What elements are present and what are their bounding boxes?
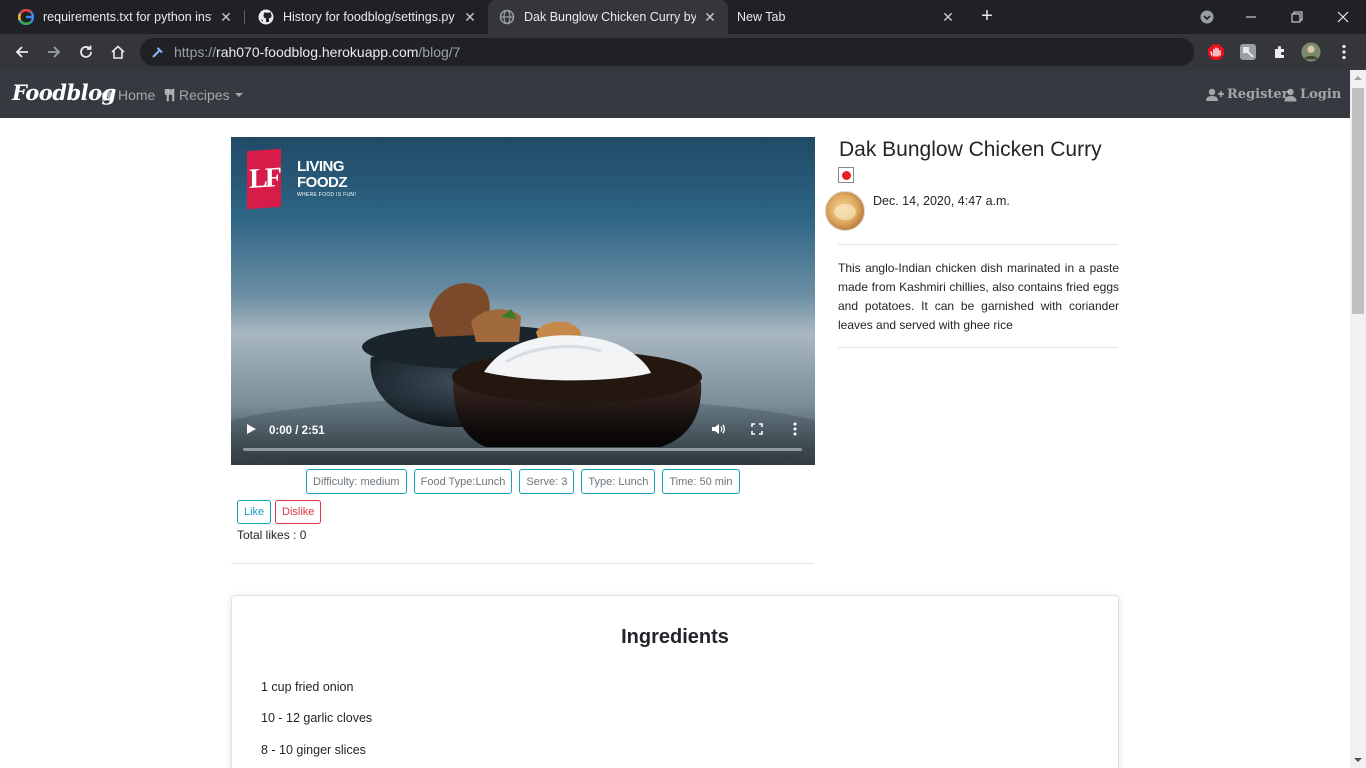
github-icon [258, 9, 274, 25]
browser-tab[interactable]: New Tab ✕ [728, 0, 966, 34]
utensils-icon [164, 88, 175, 102]
video-time-display: 0:00 / 2:51 [269, 425, 325, 437]
recipe-info-badges: Difficulty: medium Food Type:Lunch Serve… [306, 469, 740, 494]
type-badge: Type: Lunch [581, 469, 656, 494]
logo-tagline: WHERE FOOD IS FUN! [297, 192, 357, 198]
living-foodz-logo-mark: LF [247, 148, 281, 210]
page-scrollbar[interactable] [1350, 70, 1366, 768]
scroll-down-icon[interactable] [1354, 758, 1362, 762]
difficulty-badge: Difficulty: medium [306, 469, 407, 494]
profile-avatar-icon[interactable] [1301, 42, 1321, 62]
ingredients-heading: Ingredients [621, 626, 729, 648]
post-date: Dec. 14, 2020, 4:47 a.m. [873, 194, 1010, 208]
browser-tab[interactable]: requirements.txt for python insta ✕ [0, 0, 244, 34]
food-type-badge: Food Type:Lunch [413, 469, 513, 494]
divider [231, 563, 814, 564]
tab-title: New Tab [737, 10, 786, 24]
url-host: rah070-foodblog.herokuapp.com [216, 44, 419, 60]
site-navbar: Foodblog Home Recipes Register Login [0, 70, 1350, 118]
tab-search-icon[interactable] [1184, 0, 1230, 34]
minimize-icon[interactable] [1228, 0, 1274, 34]
divider [838, 347, 1118, 348]
close-tab-icon[interactable]: ✕ [940, 9, 956, 25]
like-button[interactable]: Like [237, 500, 272, 524]
user-plus-icon [1206, 88, 1224, 101]
nav-home-link[interactable]: Home [99, 87, 155, 103]
video-controls: 0:00 / 2:51 [231, 405, 815, 465]
forward-icon[interactable] [40, 38, 68, 66]
ingredient-item: 1 cup fried onion [261, 680, 354, 694]
dislike-button[interactable]: Dislike [275, 500, 322, 524]
nav-recipes-dropdown[interactable]: Recipes [164, 87, 243, 103]
post-title: Dak Bunglow Chicken Curry [839, 138, 1102, 161]
logo-line-1: LIVING [297, 158, 345, 175]
post-description: This anglo-Indian chicken dish marinated… [838, 261, 1119, 332]
ingredients-card: Ingredients 1 cup fried onion 10 - 12 ga… [231, 595, 1119, 768]
video-progress-bar[interactable] [243, 448, 802, 451]
browser-tab[interactable]: History for foodblog/settings.py ✕ [240, 0, 488, 34]
nav-recipes-label: Recipes [179, 87, 230, 103]
scrollbar-thumb[interactable] [1352, 88, 1364, 314]
url-text: https://rah070-foodblog.herokuapp.com/bl… [174, 44, 460, 60]
nav-login-label: Login [1300, 87, 1342, 102]
serve-badge: Serve: 3 [519, 469, 575, 494]
url-scheme: https:// [174, 44, 217, 60]
tab-title: Dak Bunglow Chicken Curry by ra [524, 10, 696, 24]
total-likes-count: Total likes : 0 [237, 528, 307, 542]
author-avatar[interactable] [825, 191, 865, 231]
recipe-video-player[interactable]: LF LIVING FOODZ WHERE FOOD IS FUN! 0:00 … [231, 137, 815, 465]
url-path: /blog/7 [418, 44, 461, 60]
google-icon [18, 9, 34, 25]
nav-register-link[interactable]: Register [1206, 87, 1289, 102]
nav-login-link[interactable]: Login [1284, 87, 1341, 102]
browser-tab-active[interactable]: Dak Bunglow Chicken Curry by ra ✕ [488, 0, 728, 34]
close-tab-icon[interactable]: ✕ [218, 9, 234, 25]
close-window-icon[interactable] [1320, 0, 1366, 34]
tab-title: History for foodblog/settings.py [283, 10, 455, 24]
ingredient-item: 8 - 10 ginger slices [261, 743, 366, 757]
video-more-options-icon[interactable] [787, 421, 803, 437]
back-icon[interactable] [8, 38, 36, 66]
browser-menu-icon[interactable] [1334, 42, 1354, 62]
globe-icon [499, 9, 515, 25]
time-badge: Time: 50 min [662, 469, 740, 494]
non-veg-indicator-icon [838, 167, 854, 183]
fullscreen-icon[interactable] [749, 421, 765, 437]
close-tab-icon[interactable]: ✕ [702, 9, 718, 25]
logo-line-2: FOODZ [297, 174, 348, 191]
nav-home-label: Home [118, 87, 156, 103]
site-info-icon[interactable] [150, 44, 166, 60]
play-icon[interactable] [243, 421, 259, 437]
close-tab-icon[interactable]: ✕ [462, 9, 478, 25]
tab-title: requirements.txt for python insta [43, 10, 212, 24]
address-bar[interactable]: https://rah070-foodblog.herokuapp.com/bl… [140, 38, 1194, 66]
extension-icon[interactable] [1238, 42, 1258, 62]
restore-icon[interactable] [1274, 0, 1320, 34]
new-tab-button[interactable]: + [976, 6, 998, 28]
browser-tab-bar: requirements.txt for python insta ✕ Hist… [0, 0, 1366, 34]
ingredient-item: 10 - 12 garlic cloves [261, 711, 373, 725]
home-icon [100, 89, 114, 101]
home-icon[interactable] [104, 38, 132, 66]
volume-icon[interactable] [710, 421, 726, 437]
browser-toolbar: https://rah070-foodblog.herokuapp.com/bl… [0, 34, 1366, 70]
scroll-up-icon[interactable] [1354, 76, 1362, 80]
chevron-down-icon [234, 93, 243, 97]
reload-icon[interactable] [72, 38, 100, 66]
puzzle-extensions-icon[interactable] [1270, 42, 1290, 62]
adblock-extension-icon[interactable] [1206, 42, 1226, 62]
living-foodz-logo-text: LIVING FOODZ [297, 158, 348, 191]
divider [838, 244, 1118, 245]
nav-register-label: Register [1227, 87, 1289, 102]
user-icon [1284, 88, 1297, 101]
